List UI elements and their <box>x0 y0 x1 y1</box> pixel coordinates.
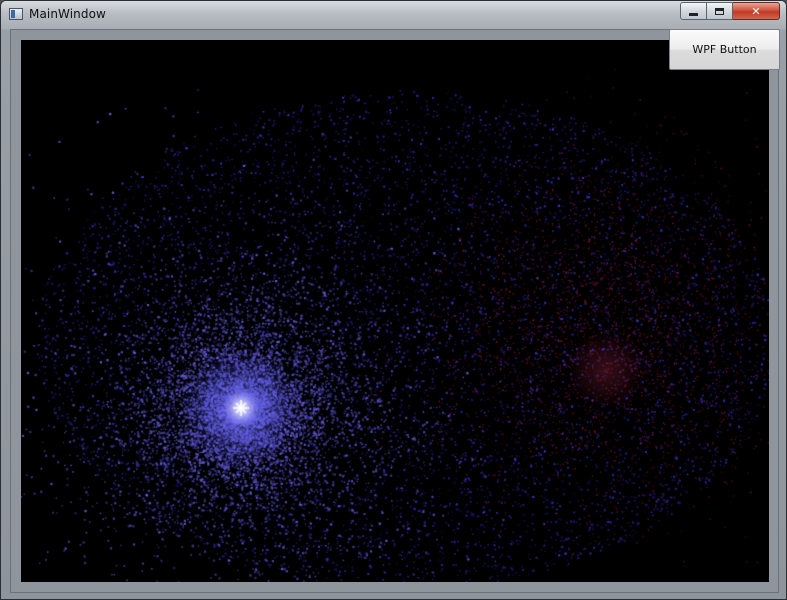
particle-canvas[interactable] <box>21 40 769 582</box>
particle-viewport[interactable] <box>21 40 769 582</box>
caption-buttons: ✕ <box>680 2 780 21</box>
app-window-icon[interactable] <box>9 8 23 20</box>
window-title: MainWindow <box>29 7 106 21</box>
minimize-icon <box>689 12 698 16</box>
maximize-button[interactable] <box>707 2 733 20</box>
main-window: MainWindow ✕ WPF Button <box>0 0 787 600</box>
maximize-icon <box>715 7 724 15</box>
title-bar[interactable]: MainWindow ✕ <box>1 1 786 29</box>
minimize-button[interactable] <box>680 2 707 20</box>
client-area <box>10 29 779 593</box>
wpf-button[interactable]: WPF Button <box>669 29 780 70</box>
close-icon: ✕ <box>751 4 761 18</box>
close-button[interactable]: ✕ <box>733 2 780 20</box>
